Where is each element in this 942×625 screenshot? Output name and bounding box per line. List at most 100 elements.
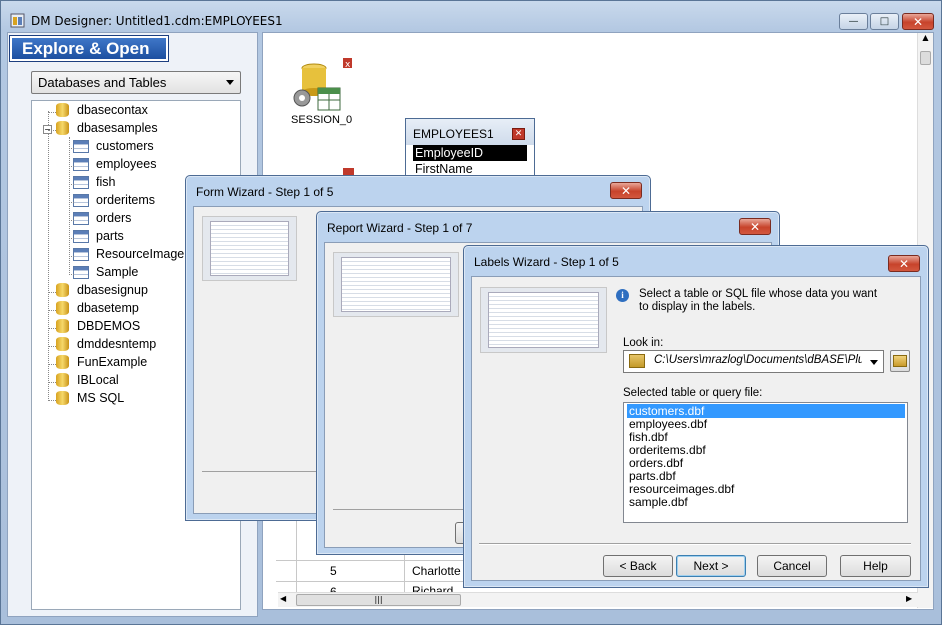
next-button[interactable]: Next > — [676, 555, 746, 577]
preview-image — [480, 287, 607, 353]
tree-item-label: IBLocal — [77, 373, 119, 387]
database-view-dropdown[interactable]: Databases and Tables — [31, 71, 241, 94]
file-list-item[interactable]: employees.dbf — [627, 417, 709, 431]
tree-item-label: DBDEMOS — [77, 319, 141, 333]
tree-item-table[interactable]: customers — [73, 139, 154, 153]
tree-item-table[interactable]: fish — [73, 175, 115, 189]
tree-item-label: dmddesntemp — [77, 337, 157, 351]
database-icon — [56, 121, 69, 135]
help-button[interactable]: Help — [840, 555, 911, 577]
tree-item-database[interactable]: MS SQL — [56, 391, 124, 405]
tree-item-database[interactable]: FunExample — [56, 355, 147, 369]
tree-item-database[interactable]: dmddesntemp — [56, 337, 156, 351]
tree-item-label: employees — [96, 157, 157, 171]
file-list-item[interactable]: resourceimages.dbf — [627, 482, 736, 496]
database-icon — [56, 337, 69, 351]
tree-item-table[interactable]: orders — [73, 211, 131, 225]
tree-item-database[interactable]: IBLocal — [56, 373, 119, 387]
dropdown-value: Databases and Tables — [38, 75, 167, 90]
tree-item-table[interactable]: ResourceImage — [73, 247, 184, 261]
grid-cell-name: Charlotte — [412, 564, 461, 578]
explore-open-header[interactable]: Explore & Open — [9, 35, 169, 62]
horizontal-scroll-thumb[interactable]: ||| — [296, 594, 461, 606]
database-icon — [56, 301, 69, 315]
tree-item-label: ResourceImage — [96, 247, 185, 261]
table-icon — [73, 175, 89, 189]
database-icon — [56, 373, 69, 387]
grid-row-number: 6 — [330, 585, 337, 592]
maximize-button[interactable]: □ — [870, 13, 899, 30]
folder-icon — [629, 354, 645, 368]
close-icon[interactable]: ✕ — [512, 128, 525, 140]
minimize-button[interactable]: — — [839, 13, 868, 30]
session-icon[interactable]: x — [292, 58, 353, 116]
field-employeeid[interactable]: EmployeeID — [413, 145, 527, 161]
tree-item-database[interactable]: dbasesignup — [56, 283, 148, 297]
database-icon — [56, 103, 69, 117]
table-icon — [73, 193, 89, 207]
folder-icon — [893, 355, 907, 367]
database-icon — [56, 319, 69, 333]
file-list-item[interactable]: orderitems.dbf — [627, 443, 708, 457]
tree-item-database[interactable]: dbasetemp — [56, 301, 139, 315]
file-list-item[interactable]: orders.dbf — [627, 456, 685, 470]
labels-wizard-title: Labels Wizard - Step 1 of 5 — [474, 255, 619, 269]
file-listbox[interactable]: customers.dbf employees.dbf fish.dbf orderi… — [623, 402, 908, 523]
form-wizard-title: Form Wizard - Step 1 of 5 — [196, 185, 334, 199]
table-icon — [73, 139, 89, 153]
app-icon — [10, 13, 25, 28]
look-in-combobox[interactable]: C:\Users\mrazlog\Documents\dBASE\Plus\ — [623, 350, 884, 373]
tree-item-table[interactable]: Sample — [73, 265, 138, 279]
table-icon — [73, 211, 89, 225]
table-icon — [73, 247, 89, 261]
vertical-scroll-thumb[interactable] — [920, 51, 931, 65]
preview-image — [333, 252, 459, 317]
file-list-item[interactable]: parts.dbf — [627, 469, 678, 483]
database-icon — [56, 391, 69, 405]
file-list-item[interactable]: customers.dbf — [627, 404, 905, 418]
tree-item-table[interactable]: employees — [73, 157, 156, 171]
divider — [479, 543, 911, 545]
tree-item-label: orders — [96, 211, 132, 225]
grid-row-number: 5 — [330, 564, 337, 578]
scroll-left-icon[interactable]: ◀ — [280, 594, 286, 603]
file-list-item[interactable]: sample.dbf — [627, 495, 690, 509]
scroll-up-icon[interactable]: ▲ — [920, 33, 931, 47]
tree-item-label: Sample — [96, 265, 139, 279]
report-wizard-title: Report Wizard - Step 1 of 7 — [327, 221, 473, 235]
tree-item-table[interactable]: parts — [73, 229, 124, 243]
selected-file-label: Selected table or query file: — [623, 387, 763, 399]
report-wizard-close-button[interactable]: ✕ — [739, 218, 771, 235]
back-button[interactable]: < Back — [603, 555, 673, 577]
session-label: SESSION_0 — [291, 114, 353, 126]
tree-item-label: dbasesamples — [77, 121, 158, 135]
tree-item-database[interactable]: dbasesamples — [56, 121, 158, 135]
labels-wizard-close-button[interactable]: ✕ — [888, 255, 920, 272]
tree-item-label: dbasesignup — [77, 283, 148, 297]
form-wizard-close-button[interactable]: ✕ — [610, 182, 642, 199]
tree-item-label: dbasetemp — [77, 301, 139, 315]
database-icon — [56, 355, 69, 369]
browse-folder-button[interactable] — [890, 350, 910, 372]
horizontal-scrollbar[interactable]: ◀ ||| ▶ — [278, 592, 918, 607]
look-in-path: C:\Users\mrazlog\Documents\dBASE\Plus\ — [654, 354, 862, 366]
tree-item-database[interactable]: DBDEMOS — [56, 319, 140, 333]
employees-table-box[interactable]: EMPLOYEES1 ✕ EmployeeID FirstName — [405, 118, 535, 178]
close-button[interactable]: ✕ — [902, 13, 934, 30]
tree-item-table[interactable]: orderitems — [73, 193, 155, 207]
preview-image — [202, 216, 297, 281]
chevron-down-icon — [226, 80, 234, 85]
info-icon: i — [616, 289, 629, 302]
table-icon — [73, 229, 89, 243]
tree-item-label: orderitems — [96, 193, 156, 207]
tree-item-database[interactable]: dbasecontax — [56, 103, 148, 117]
scroll-right-icon[interactable]: ▶ — [906, 594, 912, 603]
tree-item-label: fish — [96, 175, 116, 189]
table-icon — [73, 157, 89, 171]
grid-cell-name: Richard — [412, 584, 454, 592]
tree-item-label: MS SQL — [77, 391, 125, 405]
tree-item-label: parts — [96, 229, 124, 243]
file-list-item[interactable]: fish.dbf — [627, 430, 670, 444]
tree-item-label: dbasecontax — [77, 103, 148, 117]
cancel-button[interactable]: Cancel — [757, 555, 827, 577]
